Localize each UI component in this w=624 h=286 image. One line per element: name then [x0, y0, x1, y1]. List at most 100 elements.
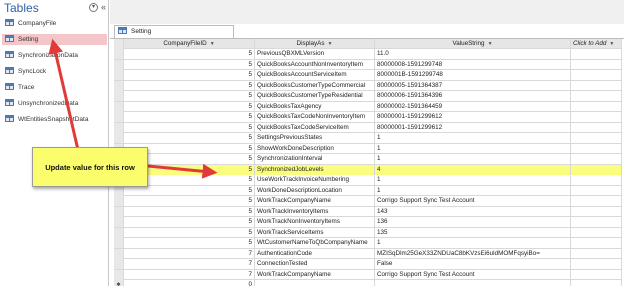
cell-valuestring[interactable]: 1 [375, 175, 571, 185]
cell-displayas[interactable]: WorkDoneDescriptionLocation [255, 185, 375, 196]
cell-click-to-add[interactable] [571, 143, 622, 154]
cell-click-to-add[interactable] [571, 248, 622, 259]
cell-displayas[interactable]: QuickBooksTaxCodeServiceItem [255, 122, 375, 133]
column-header-companyfileid[interactable]: CompanyFileID ▼ [124, 39, 255, 49]
nav-table-item[interactable]: Trace [2, 82, 107, 93]
cell-companyfileid[interactable]: 5 [124, 217, 255, 227]
cell-click-to-add[interactable] [571, 122, 622, 133]
table-row[interactable]: 5 ShowWorkDoneDescription 1 [114, 143, 622, 154]
cell-click-to-add[interactable] [571, 112, 622, 122]
record-selector[interactable] [114, 238, 124, 248]
record-selector[interactable] [114, 196, 124, 206]
table-row[interactable]: 5 WtCustomerNameToQbCompanyName 1 [114, 238, 622, 249]
cell-valuestring[interactable]: 80000008-1591299748 [375, 59, 571, 70]
cell-companyfileid[interactable]: 5 [124, 112, 255, 122]
table-row[interactable]: 5 QuickBooksTaxCodeServiceItem 80000001-15… [114, 122, 622, 133]
table-row[interactable]: 5 SynchronizationInterval 1 [114, 154, 622, 165]
cell-displayas[interactable]: PreviousQBXMLVersion [255, 49, 375, 59]
table-row[interactable]: 5 PreviousQBXMLVersion 11.0 [114, 49, 622, 60]
column-header-valuestring[interactable]: ValueString ▼ [375, 39, 571, 49]
table-row[interactable]: 5 QuickBooksTaxCodeNonInventoryItem 800000… [114, 112, 622, 123]
record-selector[interactable] [114, 112, 124, 122]
cell-click-to-add[interactable] [571, 269, 622, 280]
record-selector[interactable] [114, 133, 124, 143]
cell-valuestring[interactable]: 135 [375, 227, 571, 238]
cell-companyfileid[interactable]: 5 [124, 59, 255, 70]
sort-dropdown-icon[interactable]: ▼ [488, 41, 493, 47]
cell-displayas[interactable]: ShowWorkDoneDescription [255, 143, 375, 154]
cell-displayas[interactable]: QuickBooksCustomerTypeResidential [255, 91, 375, 101]
tab-setting[interactable]: Setting [114, 25, 234, 38]
select-all-corner[interactable] [114, 39, 124, 49]
cell-companyfileid[interactable]: 5 [124, 196, 255, 206]
column-header-displayas[interactable]: DisplayAs ▼ [255, 39, 375, 49]
cell-click-to-add[interactable] [571, 259, 622, 269]
table-row[interactable]: 5 UseWorkTrackInvoiceNumbering 1 [114, 175, 622, 186]
cell-displayas[interactable]: WorkTrackCompanyName [255, 196, 375, 206]
table-row[interactable]: 7 AuthenticationCode MZISqDlm25GeX33ZNDUaC… [114, 248, 622, 259]
nav-table-item[interactable]: WtEntitiesSnapshotData [2, 114, 107, 125]
cell-displayas[interactable]: WorkTrackInventoryItems [255, 206, 375, 217]
add-column-dropdown-icon[interactable]: ▼ [609, 41, 614, 47]
record-selector[interactable] [114, 206, 124, 217]
cell-click-to-add[interactable] [571, 133, 622, 143]
nav-table-item[interactable]: Setting [2, 34, 107, 45]
cell-displayas[interactable]: QuickBooksTaxCodeNonInventoryItem [255, 112, 375, 122]
cell-valuestring[interactable]: 136 [375, 217, 571, 227]
cell-displayas[interactable]: QuickBooksCustomerTypeCommercial [255, 80, 375, 91]
record-selector[interactable] [114, 217, 124, 227]
new-record-selector-icon[interactable]: ✱ [114, 280, 124, 286]
cell-displayas[interactable]: WtCustomerNameToQbCompanyName [255, 238, 375, 248]
cell-companyfileid[interactable]: 5 [124, 227, 255, 238]
cell-click-to-add[interactable] [571, 154, 622, 164]
cell-valuestring[interactable]: 1 [375, 238, 571, 248]
nav-menu-dropdown-icon[interactable]: ▾ [89, 3, 98, 12]
record-selector[interactable] [114, 122, 124, 133]
new-record-row[interactable]: ✱ 0 [114, 280, 622, 286]
table-row[interactable]: 7 WorkTrackCompanyName Corrigo Support Syn… [114, 269, 622, 280]
cell-displayas[interactable]: WorkTrackServiceItems [255, 227, 375, 238]
cell-companyfileid[interactable]: 5 [124, 101, 255, 112]
table-row[interactable]: 7 ConnectionTested False [114, 259, 622, 270]
record-selector[interactable] [114, 59, 124, 70]
cell-valuestring[interactable]: 11.0 [375, 49, 571, 59]
cell-valuestring[interactable] [375, 280, 571, 286]
cell-click-to-add[interactable] [571, 91, 622, 101]
cell-displayas[interactable]: SettingsPreviousStates [255, 133, 375, 143]
cell-companyfileid[interactable]: 0 [124, 280, 255, 286]
record-selector[interactable] [114, 101, 124, 112]
cell-valuestring[interactable]: 1 [375, 143, 571, 154]
cell-click-to-add[interactable] [571, 280, 622, 286]
table-row[interactable]: 5 QuickBooksCustomerTypeCommercial 8000000… [114, 80, 622, 91]
record-selector[interactable] [114, 80, 124, 91]
cell-valuestring[interactable]: 80000001-1591299612 [375, 112, 571, 122]
cell-click-to-add[interactable] [571, 80, 622, 91]
cell-click-to-add[interactable] [571, 196, 622, 206]
cell-click-to-add[interactable] [571, 49, 622, 59]
cell-displayas[interactable]: UseWorkTrackInvoiceNumbering [255, 175, 375, 185]
cell-valuestring[interactable]: 80000002-1591364459 [375, 101, 571, 112]
table-row[interactable]: 5 SynchronizedJobLevels 4 [114, 164, 622, 175]
cell-valuestring[interactable]: 80000006-1591364396 [375, 91, 571, 101]
record-selector[interactable] [114, 91, 124, 101]
cell-valuestring[interactable]: Corrigo Support Sync Test Account [375, 196, 571, 206]
nav-table-item[interactable]: CompanyFile [2, 18, 107, 29]
cell-companyfileid[interactable]: 7 [124, 259, 255, 269]
cell-companyfileid[interactable]: 5 [124, 238, 255, 248]
cell-displayas[interactable]: WorkTrackNonInventoryItems [255, 217, 375, 227]
cell-companyfileid[interactable]: 7 [124, 248, 255, 259]
cell-valuestring[interactable]: False [375, 259, 571, 269]
cell-valuestring[interactable]: 80000001-1591299612 [375, 122, 571, 133]
cell-companyfileid[interactable]: 5 [124, 70, 255, 80]
cell-displayas[interactable] [255, 280, 375, 286]
cell-click-to-add[interactable] [571, 101, 622, 112]
cell-companyfileid[interactable]: 5 [124, 122, 255, 133]
nav-table-item[interactable]: UnsynchronizedData [2, 98, 107, 109]
cell-displayas[interactable]: QuickBooksAccountServiceItem [255, 70, 375, 80]
table-row[interactable]: 5 QuickBooksAccountNonInventoryItem 800000… [114, 59, 622, 70]
cell-displayas[interactable]: SynchronizedJobLevels [255, 164, 375, 175]
record-selector[interactable] [114, 248, 124, 259]
table-row[interactable]: 5 QuickBooksAccountServiceItem 8000001B-15… [114, 70, 622, 81]
cell-valuestring[interactable]: 4 [375, 164, 571, 175]
cell-click-to-add[interactable] [571, 185, 622, 196]
